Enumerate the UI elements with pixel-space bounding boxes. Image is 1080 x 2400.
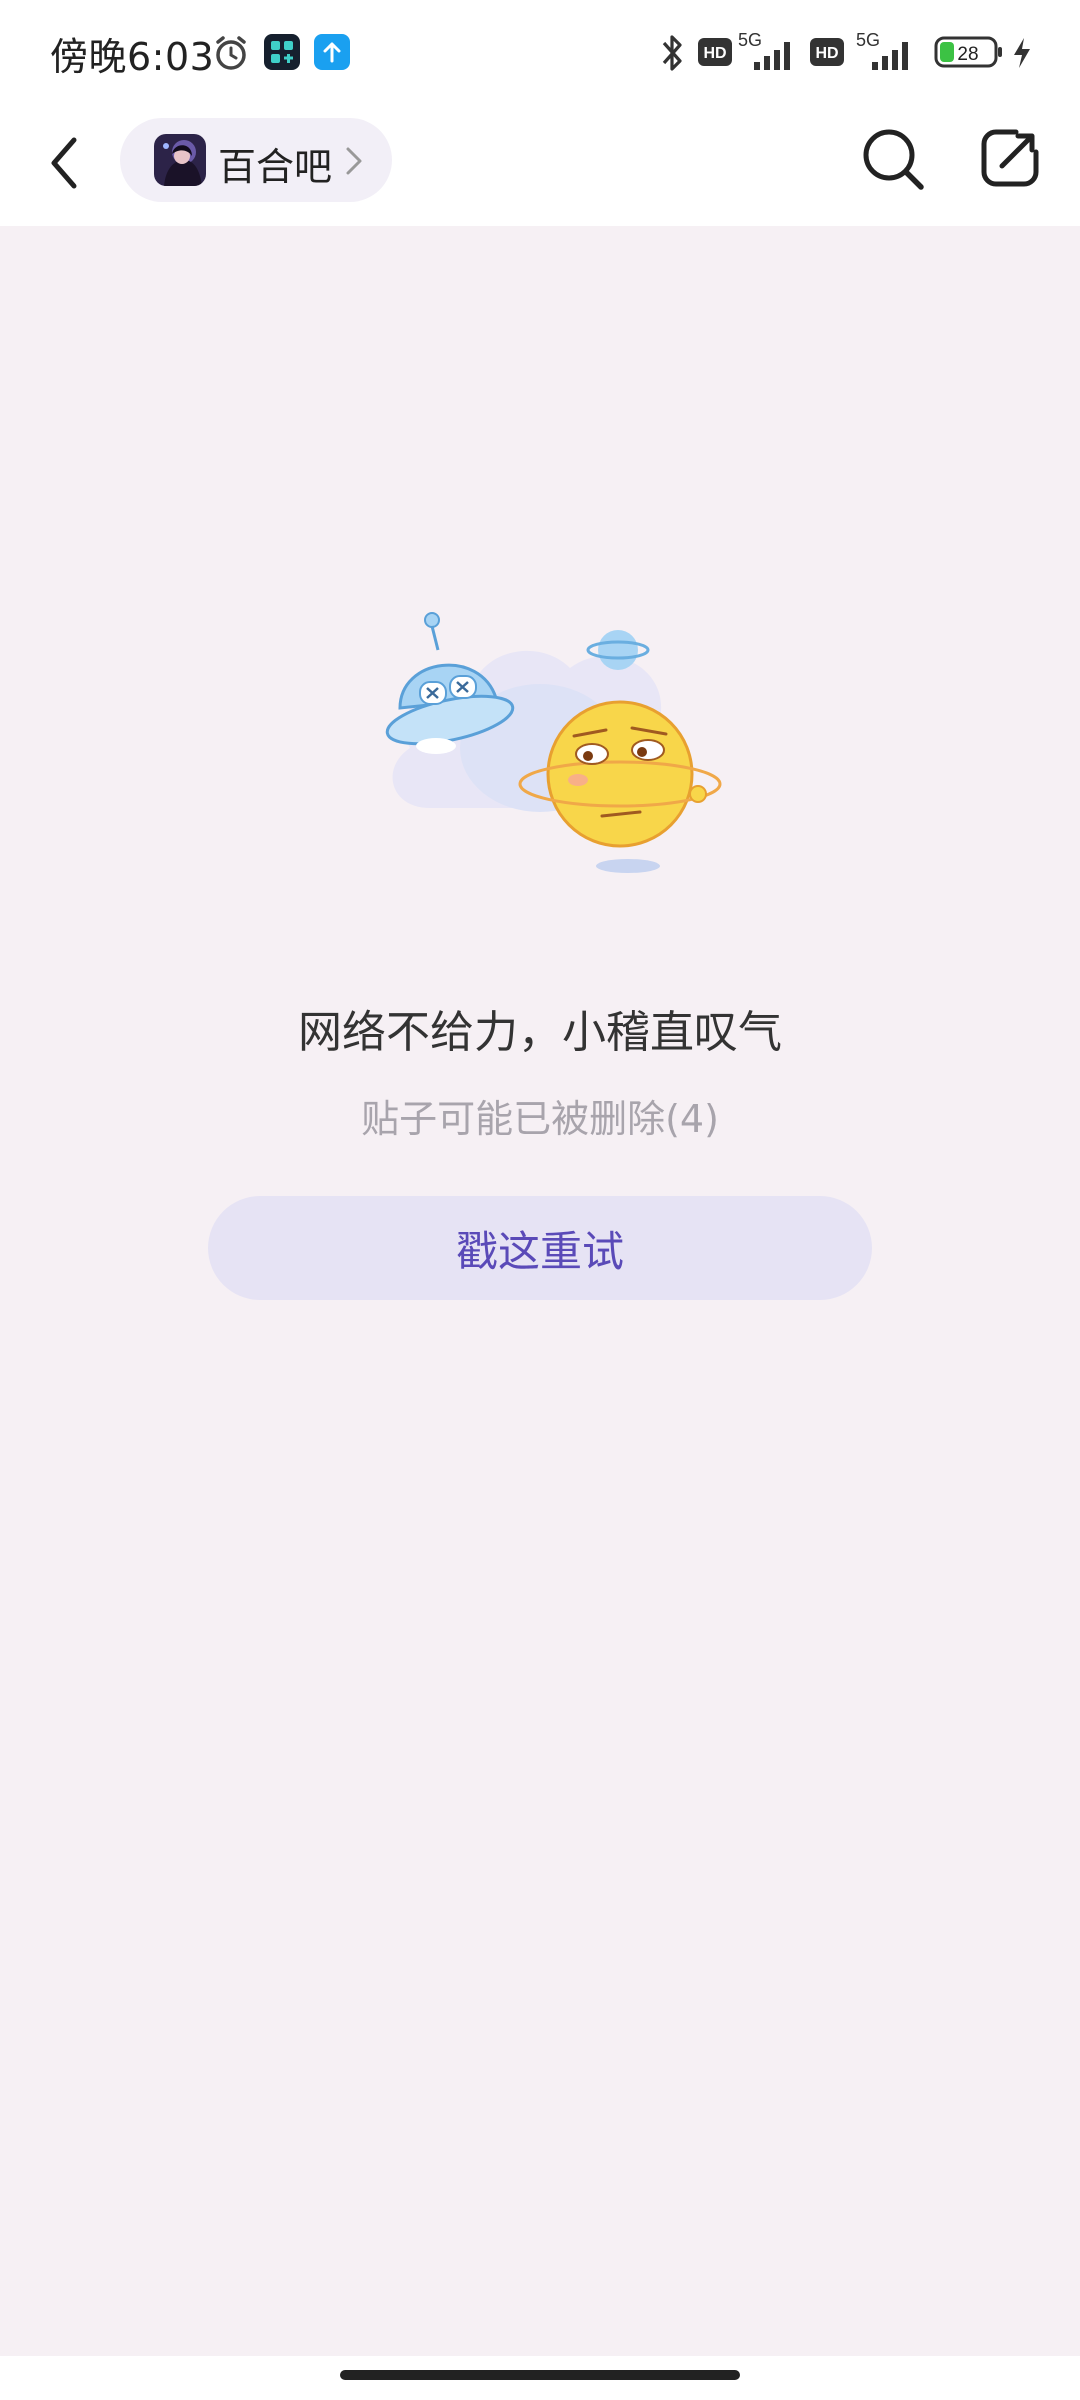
forum-avatar [154,134,206,186]
status-time: 傍晚6:03 [50,35,215,79]
back-button[interactable] [36,128,96,198]
forum-name: 百合吧 [218,145,333,189]
5g-signal-icon: 5G [738,30,790,70]
upload-icon [314,34,350,70]
search-icon [863,129,924,190]
error-title: 网络不给力，小稽直叹气 [298,1007,782,1058]
svg-text:HD: HD [815,45,838,62]
share-icon [981,129,1039,187]
alarm-icon [216,36,246,70]
status-bar: 傍晚6:03 HD 5G HD 5G 28 [0,0,1080,104]
svg-text:28: 28 [957,44,978,65]
error-subtitle: 贴子可能已被删除(4) [361,1097,719,1141]
share-button[interactable] [978,126,1042,190]
top-nav-bar: 百合吧 [0,104,1080,226]
error-state: 网络不给力，小稽直叹气 贴子可能已被删除(4) 戳这重试 [0,226,1080,2356]
back-icon [51,137,77,189]
chevron-right-icon [346,147,362,175]
charging-icon [1014,38,1030,68]
forum-chip[interactable]: 百合吧 [120,118,392,202]
search-button[interactable] [858,124,930,196]
battery-icon: 28 [934,36,1002,68]
bluetooth-icon [662,35,682,71]
app-icon [264,34,300,70]
5g-signal-icon: 5G [856,30,908,70]
svg-text:HD: HD [703,45,726,62]
hd-icon: HD [698,38,732,66]
hd-icon: HD [810,38,844,66]
home-indicator[interactable] [340,2370,740,2380]
network-error-illustration [370,598,730,888]
svg-text:5G: 5G [856,30,880,50]
svg-text:5G: 5G [738,30,762,50]
retry-button[interactable]: 戳这重试 [208,1196,872,1300]
